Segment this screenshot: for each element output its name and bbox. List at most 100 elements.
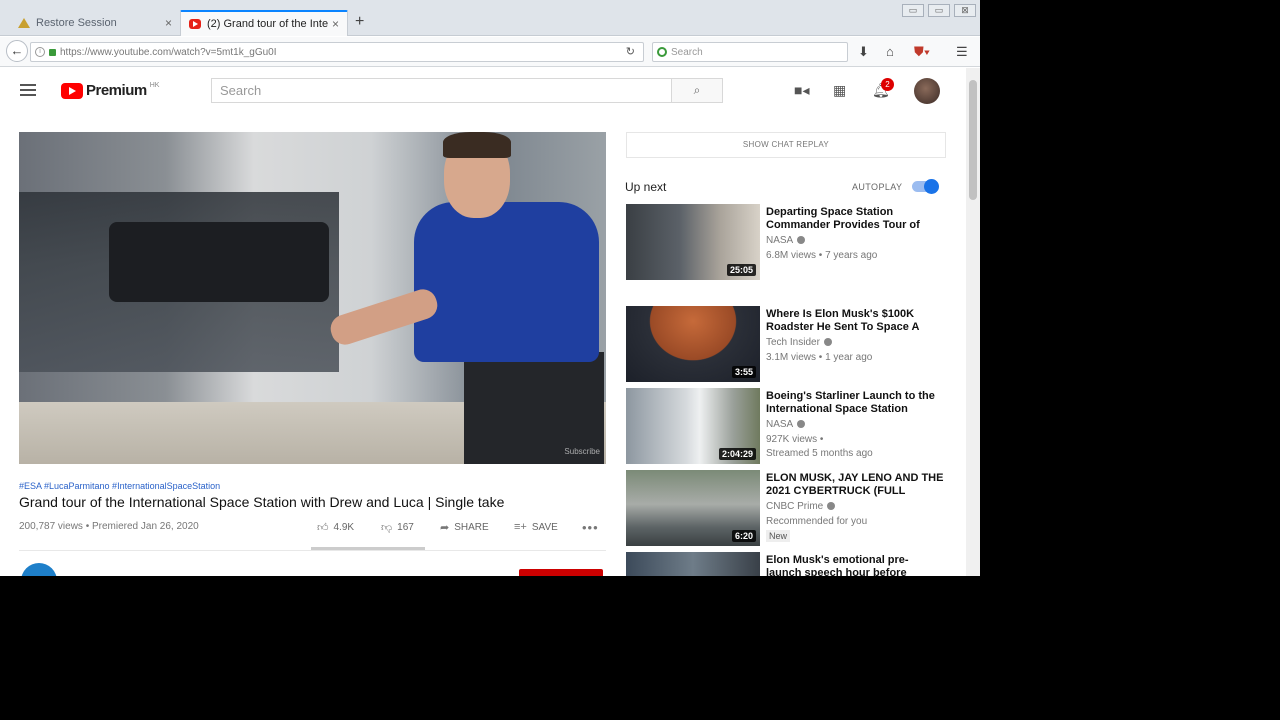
recommendation-channel: Tech Insider <box>766 337 832 348</box>
tab-strip: Restore Session × (2) Grand tour of the … <box>0 0 980 36</box>
lock-icon <box>49 48 56 56</box>
recommendation-item[interactable]: 6:20 ELON MUSK, JAY LENO AND THE 2021 CY… <box>626 470 946 548</box>
video-camera-icon[interactable]: ■◂ <box>794 82 809 99</box>
search-icon[interactable]: ⌕ <box>672 78 723 103</box>
url-text[interactable]: https://www.youtube.com/watch?v=5mt1k_gG… <box>60 47 277 58</box>
tab-title: (2) Grand tour of the Intern... <box>207 18 328 30</box>
video-hashtags[interactable]: #ESA #LucaParmitano #InternationalSpaceS… <box>19 481 220 491</box>
tab-title: Restore Session <box>36 17 117 29</box>
recommendation-item[interactable]: 25:05 Departing Space Station Commander … <box>626 204 946 282</box>
verified-icon <box>827 502 836 511</box>
maximize-button[interactable]: ▭ <box>928 4 950 17</box>
channel-name: CNBC Prime <box>766 501 824 512</box>
recommendation-title[interactable]: Where Is Elon Musk's $100K Roadster He S… <box>766 308 944 334</box>
search-placeholder: Search <box>671 46 703 58</box>
logo-region: HK <box>149 82 160 89</box>
channel-avatar[interactable] <box>21 563 57 576</box>
recommendation-item[interactable]: 2:04:29 Boeing's Starliner Launch to the… <box>626 388 946 466</box>
logo-text: Premium <box>86 82 147 99</box>
recommendation-item[interactable]: 3:55 Where Is Elon Musk's $100K Roadster… <box>626 306 946 384</box>
verified-icon <box>797 236 806 245</box>
download-icon[interactable]: ⬇ <box>858 44 869 60</box>
browser-window: Restore Session × (2) Grand tour of the … <box>0 0 980 576</box>
duration-badge: 2:04:29 <box>718 448 756 460</box>
new-tab-button[interactable]: + <box>355 13 364 31</box>
url-bar[interactable]: i https://www.youtube.com/watch?v=5mt1k_… <box>30 42 644 62</box>
more-actions-button[interactable]: ••• <box>582 520 599 535</box>
subscribe-watermark[interactable]: Subscribe <box>564 447 600 456</box>
divider <box>19 550 606 551</box>
youtube-favicon-icon <box>189 19 201 29</box>
playlist-add-icon: ≡+ <box>514 521 527 533</box>
up-next-heading: Up next <box>625 180 667 194</box>
close-window-button[interactable]: ⊠ <box>954 4 976 17</box>
search-engine-icon <box>657 47 667 57</box>
autoplay-label: AUTOPLAY <box>852 182 903 192</box>
info-icon[interactable]: i <box>35 47 45 57</box>
video-thumbnail[interactable] <box>626 552 760 576</box>
verified-icon <box>823 338 832 347</box>
autoplay-toggle-knob[interactable] <box>924 179 939 194</box>
verified-icon <box>797 420 806 429</box>
show-chat-replay-button[interactable]: SHOW CHAT REPLAY <box>626 132 946 158</box>
minimize-button[interactable]: ▭ <box>902 4 924 17</box>
subscribe-button[interactable] <box>519 569 603 576</box>
video-player[interactable]: Subscribe <box>19 132 606 464</box>
video-thumbnail[interactable]: 2:04:29 <box>626 388 760 464</box>
tab-close-icon[interactable]: × <box>332 17 339 31</box>
save-button[interactable]: ≡+ SAVE <box>514 521 558 533</box>
recommendation-meta: 927K views • <box>766 434 824 445</box>
recommendation-title[interactable]: ELON MUSK, JAY LENO AND THE 2021 CYBERTR… <box>766 472 944 498</box>
page-scrollbar[interactable] <box>966 68 980 576</box>
video-thumbnail[interactable]: 3:55 <box>626 306 760 382</box>
video-title: Grand tour of the International Space St… <box>19 494 505 510</box>
recommendation-title[interactable]: Boeing's Starliner Launch to the Interna… <box>766 390 944 416</box>
video-thumbnail[interactable]: 6:20 <box>626 470 760 546</box>
shield-icon[interactable]: ⛊▾ <box>914 44 930 60</box>
video-frame-camera <box>109 222 329 302</box>
search-input[interactable]: Search <box>211 78 672 103</box>
apps-grid-icon[interactable]: ▦ <box>833 82 846 99</box>
youtube-premium-logo[interactable]: Premium HK <box>61 82 159 99</box>
like-button[interactable]: 👍︎ 4.9K <box>317 521 354 534</box>
dislike-count: 167 <box>397 522 414 533</box>
duration-badge: 6:20 <box>731 530 756 542</box>
save-label: SAVE <box>531 521 558 533</box>
recommendation-meta-secondary: Streamed 5 months ago <box>766 448 873 459</box>
navigation-bar: ← i https://www.youtube.com/watch?v=5mt1… <box>0 37 980 67</box>
duration-badge: 25:05 <box>726 264 756 276</box>
recommendation-channel: NASA <box>766 235 806 246</box>
notification-badge: 2 <box>881 78 894 91</box>
dislike-button[interactable]: 👎︎ 167 <box>381 521 414 534</box>
menu-icon[interactable]: ☰ <box>956 44 968 60</box>
tab-youtube-video[interactable]: (2) Grand tour of the Intern... × <box>180 10 348 36</box>
recommendation-item[interactable]: Elon Musk's emotional pre-launch speech … <box>626 552 946 576</box>
recommendation-meta: 3.1M views • 1 year ago <box>766 352 873 363</box>
autoplay-toggle[interactable] <box>912 179 939 194</box>
hamburger-icon[interactable] <box>20 84 36 96</box>
recommendation-meta: Recommended for you <box>766 516 868 527</box>
youtube-header: Premium HK Search ⌕ ■◂ ▦ 🔔︎ 2 <box>0 68 966 114</box>
video-view-count: 200,787 views • Premiered Jan 26, 2020 <box>19 521 199 532</box>
video-thumbnail[interactable]: 25:05 <box>626 204 760 280</box>
tab-restore-session[interactable]: Restore Session × <box>10 10 180 36</box>
recommendation-title[interactable]: Elon Musk's emotional pre-launch speech … <box>766 554 944 576</box>
scrollbar-thumb[interactable] <box>969 80 977 200</box>
share-icon: ➦ <box>440 522 450 534</box>
recommendation-meta: 6.8M views • 7 years ago <box>766 250 878 261</box>
recommendation-title[interactable]: Departing Space Station Commander Provid… <box>766 206 944 232</box>
channel-name: Tech Insider <box>766 337 820 348</box>
warning-icon <box>18 18 30 28</box>
avatar[interactable] <box>914 78 940 104</box>
tab-close-icon[interactable]: × <box>165 16 172 30</box>
reload-icon[interactable]: ↻ <box>626 45 635 58</box>
channel-name: NASA <box>766 419 794 430</box>
share-button[interactable]: ➦ SHARE <box>440 521 489 534</box>
browser-search-input[interactable]: Search <box>652 42 848 62</box>
video-frame-astronaut-shirt <box>414 202 599 362</box>
recommendation-channel: CNBC Prime <box>766 501 836 512</box>
home-icon[interactable]: ⌂ <box>886 44 894 59</box>
thumbs-down-icon: 👎︎ <box>381 522 393 534</box>
share-label: SHARE <box>454 522 489 533</box>
back-arrow-icon[interactable]: ← <box>6 40 28 62</box>
